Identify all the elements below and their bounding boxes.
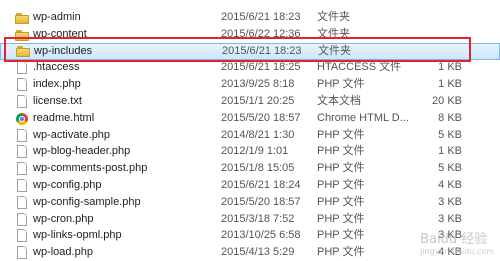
file-type: PHP 文件 (317, 246, 365, 259)
file-type: PHP 文件 (317, 229, 365, 242)
file-date: 2015/5/20 18:57 (221, 195, 301, 208)
file-row[interactable]: wp-activate.php 2014/8/21 1:30 PHP 文件 5 KB (0, 127, 500, 144)
file-date: 2015/5/20 18:57 (221, 111, 301, 124)
file-row[interactable]: index.php 2013/9/25 8:18 PHP 文件 1 KB (0, 76, 500, 93)
file-size: 5 KB (438, 162, 462, 175)
file-size: 1 KB (438, 61, 462, 74)
file-icon (15, 78, 29, 92)
file-size: 8 KB (438, 111, 462, 124)
chrome-icon (15, 112, 29, 126)
watermark: Baidu 经验 jingyan.baidu.com (420, 228, 494, 256)
file-date: 2014/8/21 1:30 (221, 128, 295, 141)
file-type: PHP 文件 (317, 128, 365, 141)
file-type: 文件夹 (317, 27, 350, 40)
file-size: 3 KB (438, 195, 462, 208)
file-list: wp-admin 2015/6/21 18:23 文件夹 wp-content 2015… (0, 0, 500, 260)
file-size: 1 KB (438, 78, 462, 91)
file-name: wp-comments-post.php (33, 162, 148, 175)
file-size: 1 KB (438, 145, 462, 158)
folder-icon (15, 28, 29, 42)
file-row[interactable]: .htaccess 2015/6/21 18:25 HTACCESS 文件 1 KB (0, 59, 500, 76)
file-icon (15, 95, 29, 109)
watermark-text: Baidu 经验 (420, 232, 488, 247)
file-name: wp-content (33, 27, 87, 40)
file-icon (15, 246, 29, 260)
file-size: 20 KB (432, 95, 462, 107)
file-row[interactable]: readme.html 2015/5/20 18:57 Chrome HTML D.… (0, 110, 500, 127)
file-name: license.txt (33, 95, 82, 107)
file-type: HTACCESS 文件 (317, 61, 402, 74)
file-type: PHP 文件 (317, 195, 365, 208)
file-row[interactable]: license.txt 2015/1/1 20:25 文本文档 20 KB (0, 93, 500, 110)
file-icon (15, 145, 29, 159)
file-name: readme.html (33, 111, 95, 124)
file-name: index.php (33, 78, 81, 91)
file-type: 文本文档 (317, 95, 361, 107)
file-date: 2015/6/21 18:23 (221, 11, 301, 23)
file-type: Chrome HTML D... (317, 111, 409, 124)
file-icon (15, 195, 29, 210)
file-date: 2015/6/21 18:24 (221, 179, 301, 191)
file-icon (15, 179, 29, 193)
file-size: 4 KB (438, 179, 462, 191)
file-type: PHP 文件 (317, 78, 365, 91)
file-name: wp-load.php (33, 246, 93, 259)
file-name: .htaccess (33, 61, 80, 74)
file-icon (15, 229, 29, 243)
file-date: 2015/6/21 18:25 (221, 61, 301, 74)
file-name: wp-links-opml.php (33, 229, 122, 242)
file-row[interactable]: wp-cron.php 2015/3/18 7:52 PHP 文件 3 KB (0, 211, 500, 228)
file-row[interactable]: wp-admin 2015/6/21 18:23 文件夹 (0, 9, 500, 26)
folder-icon (16, 44, 30, 58)
file-date: 2013/10/25 6:58 (221, 229, 301, 242)
file-row[interactable]: wp-config-sample.php 2015/5/20 18:57 PHP 文… (0, 194, 500, 211)
file-type: PHP 文件 (317, 212, 365, 225)
watermark-url: jingyan.baidu.com (420, 247, 494, 256)
file-type: 文件夹 (318, 44, 351, 57)
file-name: wp-cron.php (33, 212, 94, 225)
file-date: 2015/3/18 7:52 (221, 212, 295, 225)
file-row[interactable]: wp-config.php 2015/6/21 18:24 PHP 文件 4 KB (0, 177, 500, 194)
file-icon (15, 212, 29, 227)
file-name: wp-admin (33, 11, 81, 23)
file-date: 2013/9/25 8:18 (221, 78, 295, 91)
file-date: 2015/1/1 20:25 (221, 95, 295, 107)
file-type: PHP 文件 (317, 179, 365, 191)
file-icon (15, 61, 29, 75)
file-name: wp-config.php (33, 179, 102, 191)
file-row[interactable]: wp-content 2015/6/22 12:36 文件夹 (0, 26, 500, 43)
folder-icon (15, 11, 29, 25)
file-type: 文件夹 (317, 11, 350, 23)
file-name: wp-includes (34, 44, 93, 57)
file-date: 2015/1/8 15:05 (221, 162, 295, 175)
file-date: 2015/4/13 5:29 (221, 246, 295, 259)
file-size: 5 KB (438, 128, 462, 141)
file-icon (15, 162, 29, 176)
file-type: PHP 文件 (317, 145, 365, 158)
file-row[interactable]: wp-comments-post.php 2015/1/8 15:05 PHP 文件… (0, 160, 500, 177)
file-name: wp-blog-header.php (33, 145, 131, 158)
file-name: wp-config-sample.php (33, 195, 141, 208)
file-name: wp-activate.php (33, 128, 111, 141)
file-type: PHP 文件 (317, 162, 365, 175)
file-row[interactable]: wp-includes 2015/6/21 18:23 文件夹 (0, 42, 500, 60)
file-date: 2012/1/9 1:01 (221, 145, 289, 158)
file-date: 2015/6/21 18:23 (222, 44, 302, 57)
file-icon (15, 128, 29, 143)
file-date: 2015/6/22 12:36 (221, 27, 301, 40)
file-size: 3 KB (438, 212, 462, 225)
file-row[interactable]: wp-blog-header.php 2012/1/9 1:01 PHP 文件 1 K… (0, 143, 500, 160)
